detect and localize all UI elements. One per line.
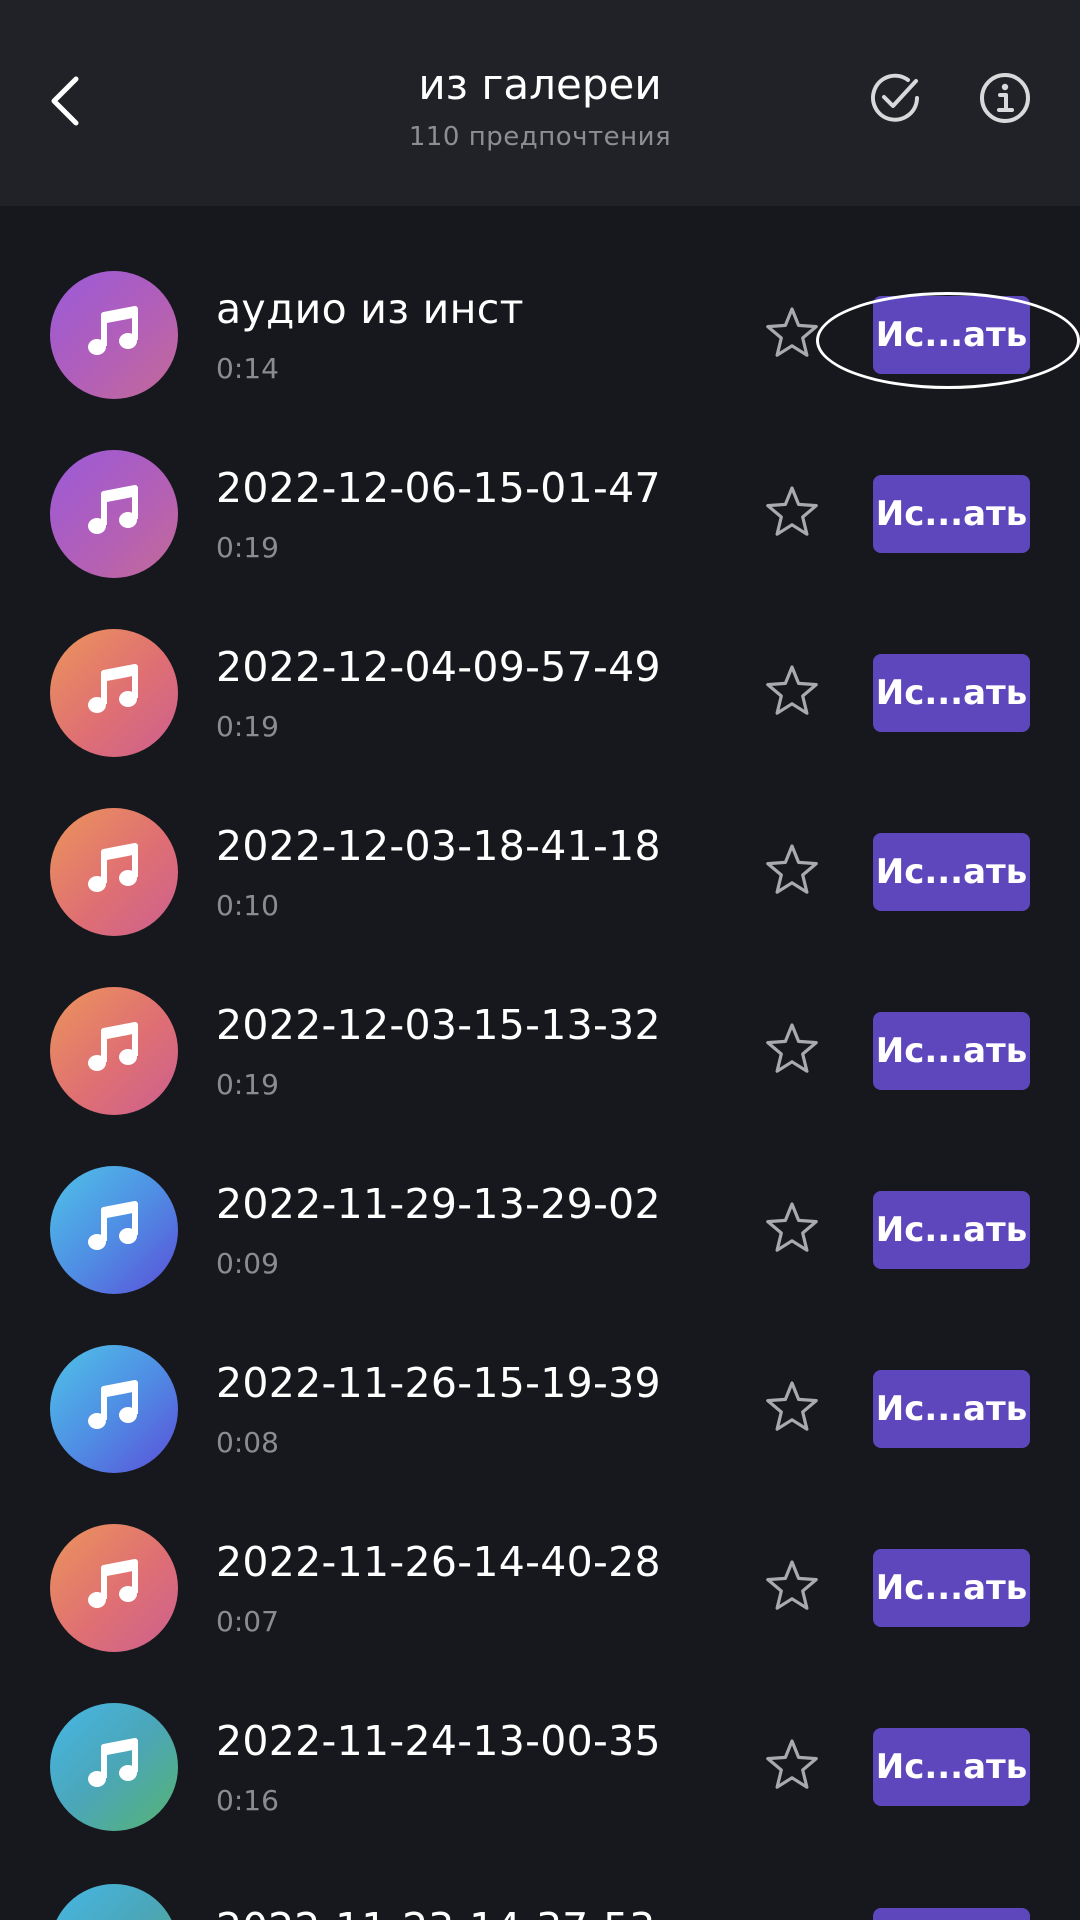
item-title: 2022-11-29-13-29-02	[216, 1180, 661, 1228]
music-note-icon	[83, 1734, 145, 1800]
list-item-partial[interactable]: 2022-11-23-14-37-53	[0, 1856, 1080, 1920]
item-title: 2022-11-26-14-40-28	[216, 1538, 661, 1586]
item-title: 2022-12-06-15-01-47	[216, 464, 661, 512]
audio-thumbnail	[50, 987, 178, 1115]
list-item[interactable]: 2022-11-24-13-00-35 0:16 Ис...ать	[0, 1677, 1080, 1856]
music-note-icon	[83, 839, 145, 905]
check-circle-icon	[867, 70, 923, 130]
item-duration: 0:09	[216, 1247, 279, 1280]
item-title: 2022-11-23-14-37-53	[216, 1904, 655, 1920]
favorite-button[interactable]	[762, 842, 822, 902]
select-button[interactable]	[867, 72, 923, 128]
music-note-icon	[83, 660, 145, 726]
list-item[interactable]: 2022-12-04-09-57-49 0:19 Ис...ать	[0, 603, 1080, 782]
favorite-button[interactable]	[762, 1737, 822, 1797]
audio-thumbnail	[50, 1524, 178, 1652]
info-icon	[977, 70, 1033, 130]
favorite-button[interactable]	[762, 305, 822, 365]
list-item[interactable]: 2022-12-03-15-13-32 0:19 Ис...ать	[0, 961, 1080, 1140]
star-icon	[764, 1380, 820, 1438]
item-duration: 0:19	[216, 1068, 279, 1101]
music-note-icon	[83, 1018, 145, 1084]
favorite-button[interactable]	[762, 1379, 822, 1439]
item-duration: 0:08	[216, 1426, 279, 1459]
use-button[interactable]: Ис...ать	[873, 475, 1030, 553]
audio-thumbnail	[50, 1703, 178, 1831]
audio-thumbnail	[50, 808, 178, 936]
list-item[interactable]: 2022-11-26-14-40-28 0:07 Ис...ать	[0, 1498, 1080, 1677]
favorite-button[interactable]	[762, 1021, 822, 1081]
music-note-icon	[83, 1376, 145, 1442]
music-note-icon	[83, 1555, 145, 1621]
audio-list: аудио из инст 0:14 Ис...ать 2022-12-06-15-0…	[0, 245, 1080, 1856]
music-note-icon	[83, 481, 145, 547]
item-title: 2022-12-03-15-13-32	[216, 1001, 661, 1049]
item-title: 2022-11-26-15-19-39	[216, 1359, 661, 1407]
audio-thumbnail	[50, 1345, 178, 1473]
star-icon	[764, 1022, 820, 1080]
info-button[interactable]	[977, 72, 1033, 128]
music-note-icon	[83, 1197, 145, 1263]
audio-thumbnail	[50, 271, 178, 399]
header-bar: из галереи 110 предпочтения	[0, 0, 1080, 206]
star-icon	[764, 1201, 820, 1259]
star-icon	[764, 664, 820, 722]
favorite-button[interactable]	[762, 1558, 822, 1618]
highlight-annotation	[816, 292, 1080, 389]
item-title: 2022-12-03-18-41-18	[216, 822, 661, 870]
use-button[interactable]: Ис...ать	[873, 1191, 1030, 1269]
audio-thumbnail	[50, 629, 178, 757]
use-button[interactable]: Ис...ать	[873, 1728, 1030, 1806]
use-button[interactable]: Ис...ать	[873, 654, 1030, 732]
music-note-icon	[50, 1884, 178, 1920]
item-duration: 0:07	[216, 1605, 279, 1638]
item-duration: 0:14	[216, 352, 279, 385]
list-item[interactable]: 2022-11-26-15-19-39 0:08 Ис...ать	[0, 1319, 1080, 1498]
use-button[interactable]: Ис...ать	[873, 1549, 1030, 1627]
favorite-button[interactable]	[762, 1200, 822, 1260]
item-duration: 0:16	[216, 1784, 279, 1817]
use-button[interactable]: Ис...ать	[873, 833, 1030, 911]
item-duration: 0:19	[216, 531, 279, 564]
list-item[interactable]: 2022-11-29-13-29-02 0:09 Ис...ать	[0, 1140, 1080, 1319]
item-title: аудио из инст	[216, 285, 524, 333]
music-note-icon	[83, 302, 145, 368]
favorite-button[interactable]	[762, 663, 822, 723]
use-button[interactable]: Ис...ать	[873, 1370, 1030, 1448]
list-item[interactable]: 2022-12-03-18-41-18 0:10 Ис...ать	[0, 782, 1080, 961]
use-button[interactable]: Ис...ать	[873, 1012, 1030, 1090]
star-icon	[764, 306, 820, 364]
audio-thumbnail	[50, 1166, 178, 1294]
list-item[interactable]: 2022-12-06-15-01-47 0:19 Ис...ать	[0, 424, 1080, 603]
item-duration: 0:10	[216, 889, 279, 922]
favorite-button[interactable]	[762, 484, 822, 544]
star-icon	[764, 1738, 820, 1796]
item-duration: 0:19	[216, 710, 279, 743]
star-icon	[764, 485, 820, 543]
item-title: 2022-11-24-13-00-35	[216, 1717, 661, 1765]
item-title: 2022-12-04-09-57-49	[216, 643, 661, 691]
star-icon	[764, 1559, 820, 1617]
use-button[interactable]	[873, 1908, 1030, 1920]
audio-thumbnail	[50, 450, 178, 578]
star-icon	[764, 843, 820, 901]
